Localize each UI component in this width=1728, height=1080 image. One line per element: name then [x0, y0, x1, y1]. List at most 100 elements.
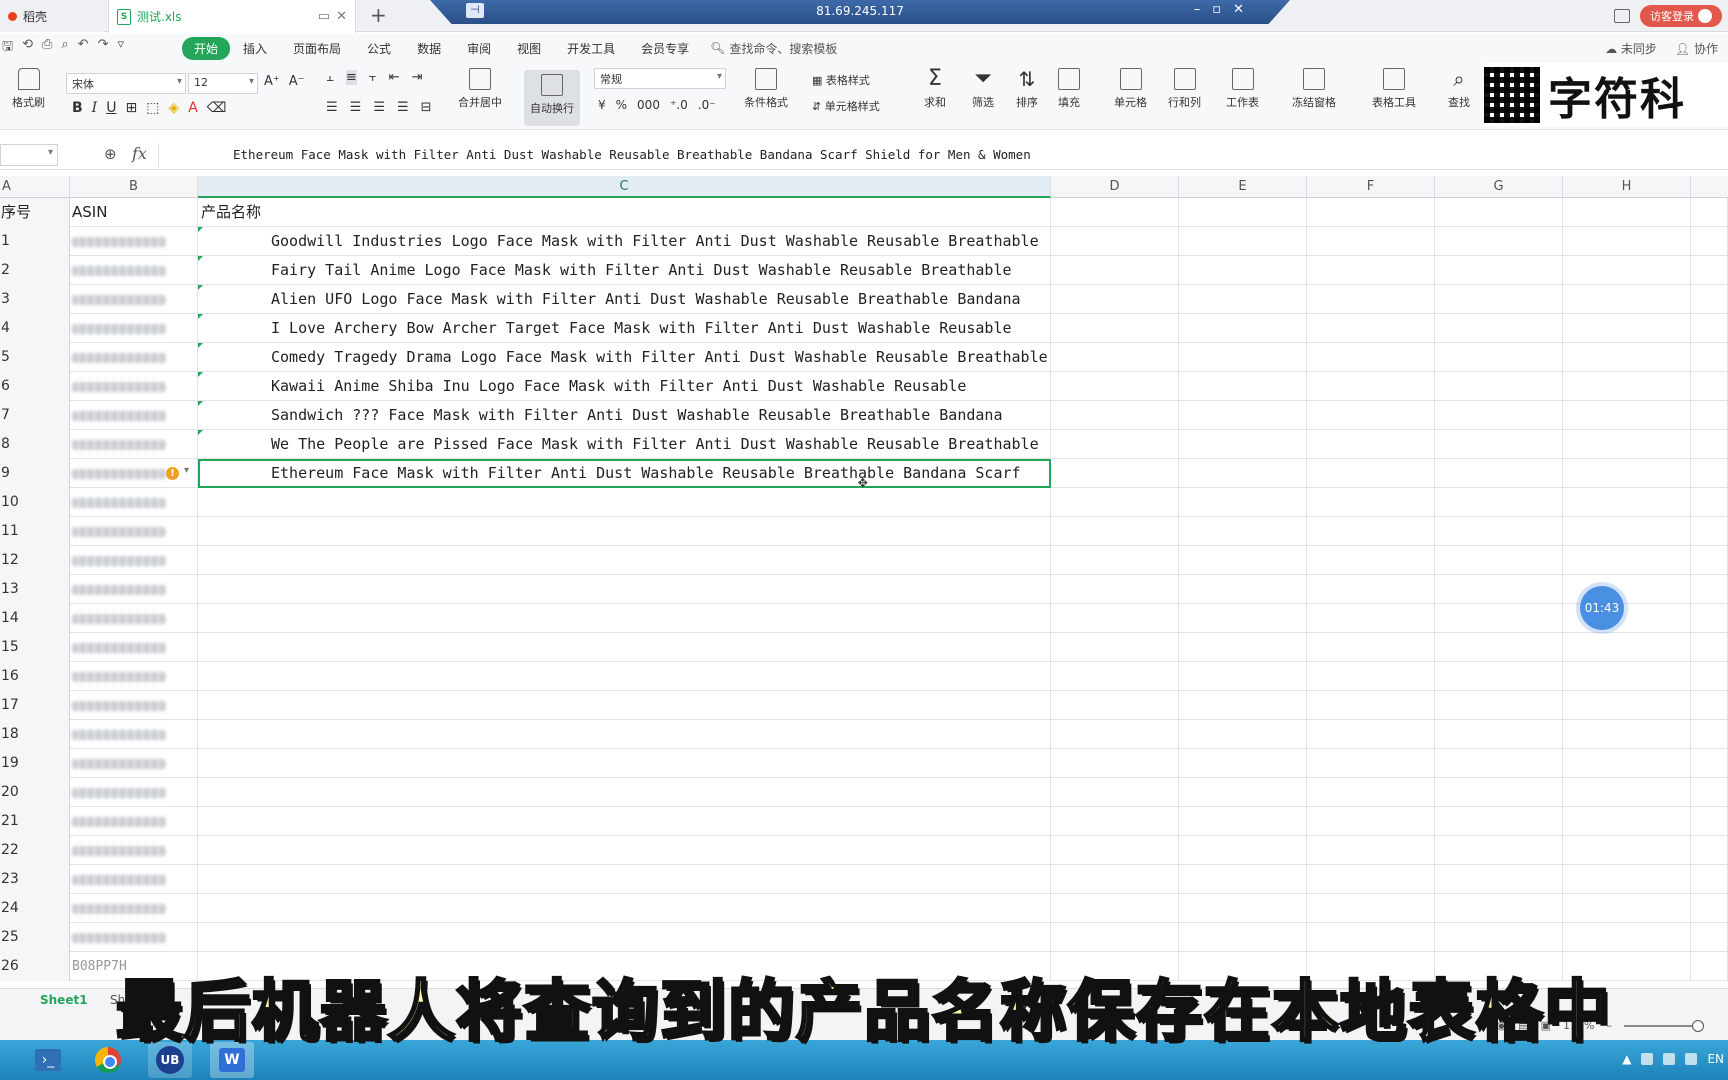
cell[interactable]: [1179, 749, 1307, 778]
cell[interactable]: [1051, 836, 1179, 865]
asin-cell[interactable]: [70, 575, 198, 604]
cell[interactable]: [1307, 575, 1435, 604]
cell[interactable]: [1563, 778, 1691, 807]
cell[interactable]: [1435, 923, 1563, 952]
increase-font-icon[interactable]: A⁺: [264, 74, 280, 89]
row-number[interactable]: 25: [0, 923, 70, 952]
align-middle-icon[interactable]: ≡: [345, 70, 357, 85]
product-name-cell[interactable]: [198, 662, 1051, 691]
cell[interactable]: [1051, 343, 1179, 372]
cell[interactable]: [1051, 749, 1179, 778]
product-name-cell[interactable]: [198, 807, 1051, 836]
header-cell-c[interactable]: 产品名称: [198, 198, 1051, 227]
cell-style-button[interactable]: ⇵ 单元格样式: [812, 98, 880, 114]
cell[interactable]: [1691, 633, 1728, 662]
product-name-cell[interactable]: [198, 865, 1051, 894]
cell[interactable]: [1563, 865, 1691, 894]
sum-button[interactable]: Σ 求和: [924, 68, 946, 110]
product-name-cell[interactable]: [198, 633, 1051, 662]
cell[interactable]: [1307, 401, 1435, 430]
menu-item-start[interactable]: 开始: [182, 36, 231, 60]
asin-cell[interactable]: [70, 691, 198, 720]
asin-cell[interactable]: [70, 749, 198, 778]
cell[interactable]: [1179, 285, 1307, 314]
cell[interactable]: [1179, 401, 1307, 430]
cell[interactable]: [1435, 865, 1563, 894]
column-header-c[interactable]: C: [198, 176, 1051, 198]
redo-icon[interactable]: ↷: [98, 37, 109, 59]
thousands-icon[interactable]: 000: [637, 98, 660, 112]
row-number[interactable]: 8: [0, 430, 70, 459]
cell[interactable]: [1691, 227, 1728, 256]
cell[interactable]: [1691, 575, 1728, 604]
cell[interactable]: [1435, 517, 1563, 546]
cell[interactable]: [1563, 285, 1691, 314]
row-number[interactable]: 16: [0, 662, 70, 691]
product-name-cell[interactable]: [198, 894, 1051, 923]
product-name-cell[interactable]: Fairy Tail Anime Logo Face Mask with Fil…: [198, 256, 1051, 285]
product-name-cell[interactable]: [198, 923, 1051, 952]
cell[interactable]: [1051, 807, 1179, 836]
cell[interactable]: [1691, 836, 1728, 865]
font-name-select[interactable]: 宋体: [66, 73, 186, 94]
row-number[interactable]: 23: [0, 865, 70, 894]
cell[interactable]: [1435, 227, 1563, 256]
cell[interactable]: [1691, 198, 1728, 227]
cell[interactable]: [1307, 691, 1435, 720]
cell[interactable]: [1691, 604, 1728, 633]
asin-cell[interactable]: [70, 807, 198, 836]
cell[interactable]: [1691, 923, 1728, 952]
cell[interactable]: [1179, 662, 1307, 691]
cell[interactable]: [1691, 749, 1728, 778]
customize-chevron-icon[interactable]: ▿: [117, 37, 124, 59]
cell[interactable]: [1563, 459, 1691, 488]
cell[interactable]: [1691, 517, 1728, 546]
cell[interactable]: [1307, 894, 1435, 923]
column-header-a[interactable]: A: [0, 176, 70, 198]
tray-expand-icon[interactable]: ▲: [1622, 1052, 1631, 1066]
collab-button[interactable]: 👤︎ 协作: [1675, 40, 1718, 57]
italic-icon[interactable]: I: [92, 100, 98, 116]
cell[interactable]: [1563, 749, 1691, 778]
cell[interactable]: [1563, 662, 1691, 691]
sort-button[interactable]: ⇅ 排序: [1016, 68, 1038, 110]
row-number[interactable]: 24: [0, 894, 70, 923]
row-number[interactable]: 13: [0, 575, 70, 604]
cell[interactable]: [1307, 836, 1435, 865]
tray-network-icon[interactable]: [1641, 1053, 1654, 1065]
menu-item-member[interactable]: 会员专享: [628, 37, 702, 60]
cell[interactable]: [1051, 778, 1179, 807]
product-name-cell[interactable]: Comedy Tragedy Drama Logo Face Mask with…: [198, 343, 1051, 372]
cell[interactable]: [1691, 691, 1728, 720]
row-number[interactable]: 19: [0, 749, 70, 778]
cell[interactable]: [1179, 807, 1307, 836]
cell[interactable]: [1179, 633, 1307, 662]
cell[interactable]: [1051, 198, 1179, 227]
cell[interactable]: [1051, 430, 1179, 459]
tab-close-icon[interactable]: ✕: [336, 9, 347, 24]
column-header-d[interactable]: D: [1051, 176, 1179, 198]
undo-icon[interactable]: ↶: [78, 37, 89, 59]
cell[interactable]: [1179, 923, 1307, 952]
cell[interactable]: [1563, 372, 1691, 401]
cell[interactable]: [1051, 662, 1179, 691]
cell[interactable]: [1307, 604, 1435, 633]
number-format-select[interactable]: 常规: [594, 68, 726, 89]
asin-cell[interactable]: [70, 488, 198, 517]
asin-cell[interactable]: [70, 285, 198, 314]
cell[interactable]: [1051, 227, 1179, 256]
justify-icon[interactable]: ☰: [397, 100, 409, 115]
cell[interactable]: [1307, 430, 1435, 459]
row-number[interactable]: 2: [0, 256, 70, 285]
asin-cell[interactable]: [70, 401, 198, 430]
cell[interactable]: [1435, 488, 1563, 517]
cell[interactable]: [1051, 256, 1179, 285]
indent-increase-icon[interactable]: ⇥: [412, 70, 423, 85]
formula-zoom-icon[interactable]: ⊕: [104, 145, 117, 163]
column-header-f[interactable]: F: [1307, 176, 1435, 198]
cell[interactable]: [1691, 430, 1728, 459]
product-name-cell[interactable]: Goodwill Industries Logo Face Mask with …: [198, 227, 1051, 256]
cell[interactable]: [1691, 401, 1728, 430]
menu-item-data[interactable]: 数据: [404, 37, 454, 60]
cell[interactable]: [1563, 894, 1691, 923]
